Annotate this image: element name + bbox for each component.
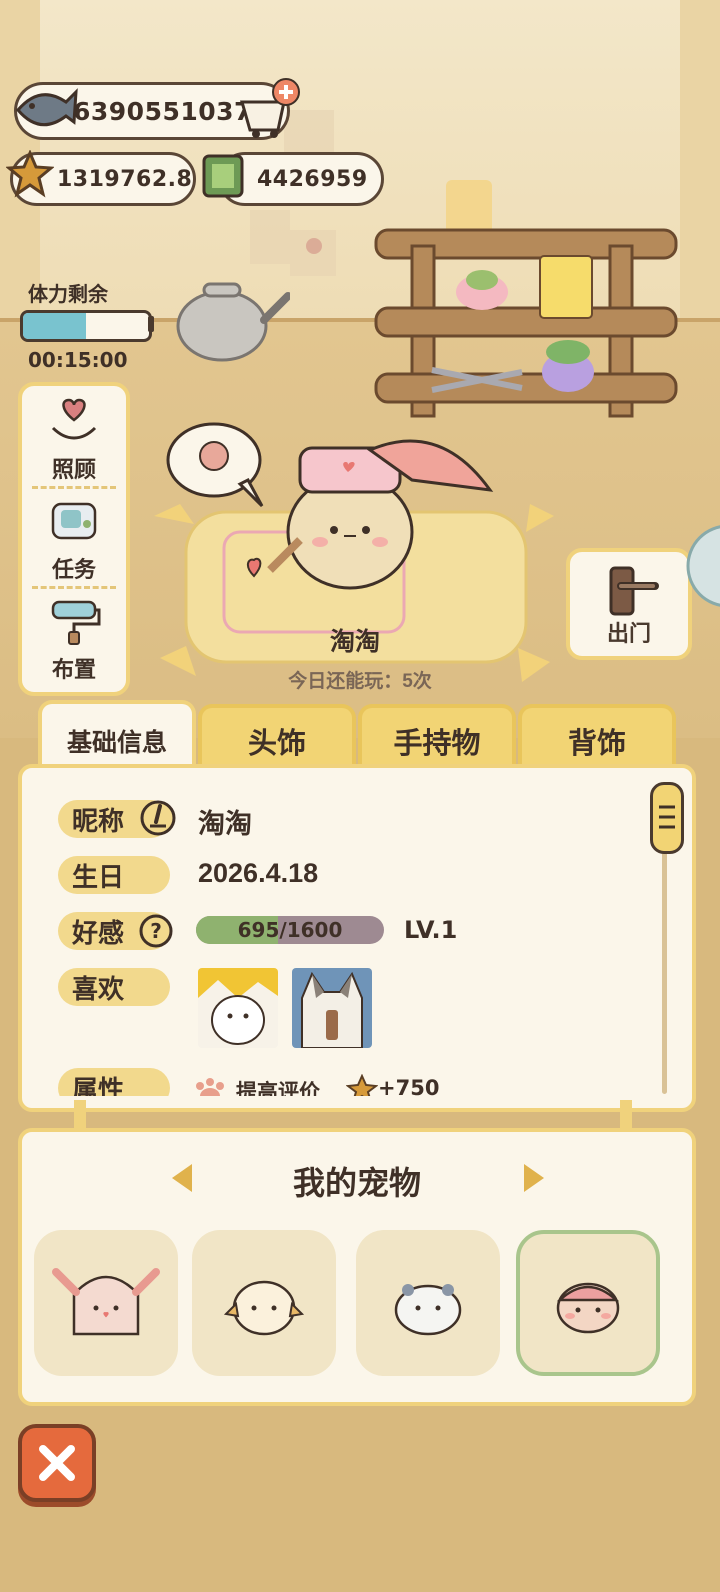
care-label: 照顾 (51, 457, 96, 482)
star-amount: 1319762.8 (57, 166, 193, 192)
svg-text:?: ? (150, 919, 162, 943)
decorate-button[interactable]: 布置 (22, 594, 126, 684)
play-remaining: 今日还能玩：5次 (288, 671, 432, 692)
exit-label: 出门 (606, 621, 651, 646)
fish-amount: 6390551037 (73, 96, 252, 126)
pet-card[interactable] (192, 1230, 336, 1376)
cream-puppy-pet-icon (223, 1280, 305, 1336)
door-handle-icon (609, 566, 659, 616)
liked-friend-avatar[interactable] (198, 968, 278, 1048)
affection-bar: 695/1600 (196, 916, 384, 944)
next-arrow-button[interactable] (524, 1164, 544, 1192)
likes-label: 喜欢 (58, 968, 170, 1006)
attribute-bonus: +750 (378, 1076, 440, 1096)
stamina-bar (20, 310, 152, 342)
nickname-value: 淘淘 (198, 809, 252, 839)
pet-card[interactable] (356, 1230, 500, 1376)
cat-avatar-icon (292, 968, 372, 1048)
white-hamster-pet-icon (394, 1284, 462, 1336)
close-icon (39, 1445, 75, 1481)
side-bubble-decoration (686, 525, 720, 607)
attribute-text: 提高评价 (236, 1081, 320, 1096)
stamina-label: 体力剩余 (28, 284, 108, 306)
info-panel: 昵称 淘淘 生日 2026.4.18 好感 ? 695/1600 LV.1 喜欢 (18, 764, 696, 1112)
menu-divider (32, 586, 116, 589)
care-button[interactable]: 照顾 (22, 394, 126, 484)
blond-dog-avatar-icon (198, 968, 278, 1048)
affection-text: 695/1600 (237, 918, 343, 942)
stamina-timer: 00:15:00 (28, 348, 128, 372)
ticket-icon (202, 154, 244, 198)
fish-icon (16, 88, 78, 127)
birthday-label: 生日 (58, 856, 170, 894)
help-question-icon[interactable]: ? (138, 912, 176, 952)
wooden-shelf-decoration (374, 180, 678, 418)
star-icon (6, 150, 54, 198)
attribute-label: 属性 (58, 1068, 170, 1096)
my-pets-panel: 我的宠物 (18, 1128, 696, 1406)
edit-brush-icon[interactable] (140, 798, 178, 840)
menu-divider (32, 486, 116, 489)
side-menu: 照顾 任务 布置 (18, 382, 130, 696)
birthday-value: 2026.4.18 (198, 858, 319, 888)
my-pets-title: 我的宠物 (292, 1165, 421, 1201)
shop-cart-add-button[interactable] (236, 76, 302, 142)
close-button[interactable] (18, 1424, 96, 1502)
nickname-label-text: 昵称 (72, 805, 125, 836)
scroll-track[interactable] (662, 838, 667, 1094)
paint-roller-icon (51, 600, 101, 645)
scroll-thumb[interactable] (650, 782, 684, 854)
affection-label-text: 好感 (72, 917, 125, 948)
task-label: 任务 (51, 557, 96, 582)
pet-scene (154, 422, 554, 682)
task-button[interactable]: 任务 (22, 494, 126, 584)
pet-card-selected[interactable] (516, 1230, 660, 1376)
level-text: LV.1 (404, 916, 458, 944)
thought-bubble (166, 422, 264, 508)
wall-stripe (680, 0, 720, 330)
battery-cap (148, 316, 154, 332)
task-device-icon (51, 502, 97, 540)
pet-name: 淘淘 (329, 628, 380, 656)
stamina-fill (23, 313, 86, 339)
heart-hands-icon (51, 398, 97, 440)
paw-icon (196, 1078, 224, 1096)
pet-card[interactable] (34, 1230, 178, 1376)
scroll-grip-icon (659, 805, 675, 829)
liked-friend-avatar[interactable] (292, 968, 372, 1048)
ticket-amount: 4426959 (257, 166, 368, 192)
exit-button[interactable]: 出门 (566, 548, 692, 660)
pink-shell-pet-icon (556, 1282, 620, 1334)
decorate-label: 布置 (51, 657, 96, 682)
attribute-row: 属性 提高评价 +750 (22, 1068, 662, 1096)
star-icon (346, 1074, 378, 1096)
teapot-decoration (176, 282, 290, 362)
pink-bunny-pet-icon (52, 1268, 160, 1336)
